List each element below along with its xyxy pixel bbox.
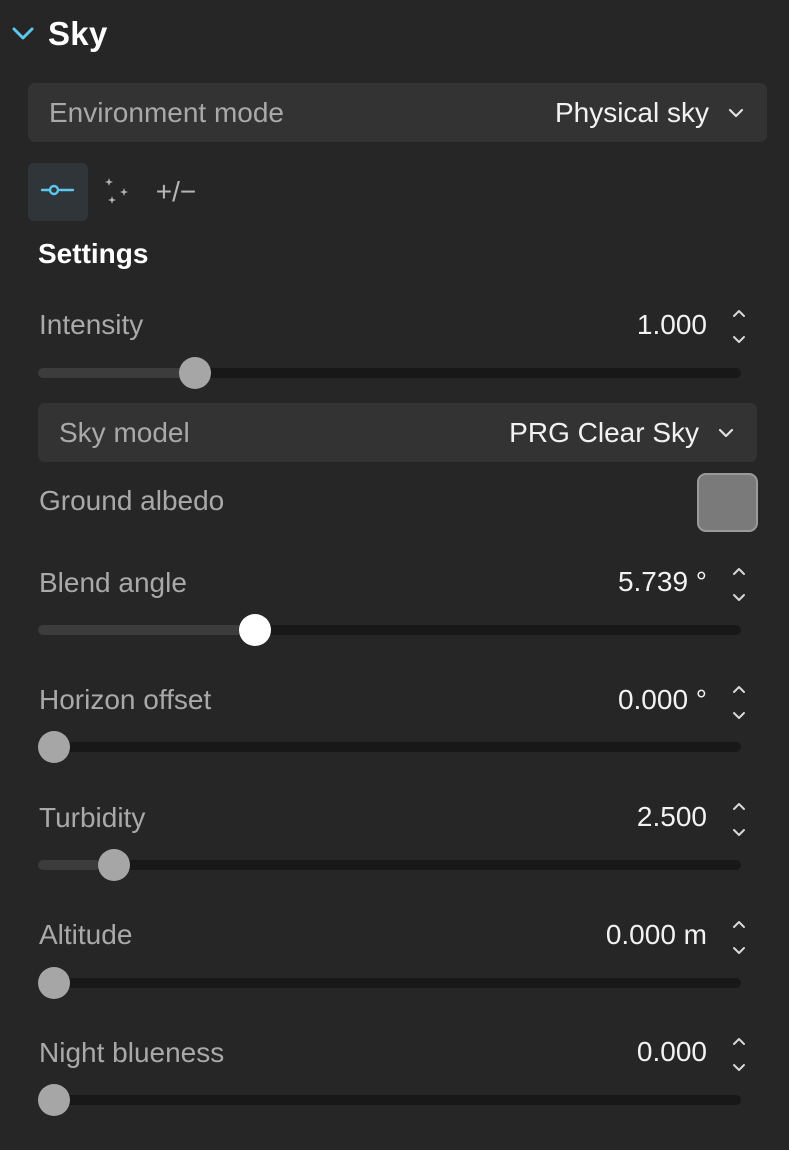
night-blueness-stepper[interactable] (727, 1031, 751, 1077)
ground-albedo-color-swatch[interactable] (697, 473, 758, 532)
altitude-value[interactable]: 0.000 m (606, 919, 707, 951)
chevron-down-icon (725, 102, 747, 124)
altitude-slider[interactable] (38, 967, 741, 999)
blend-angle-slider[interactable] (38, 614, 741, 646)
chevron-up-icon[interactable] (727, 561, 751, 581)
turbidity-label: Turbidity (39, 802, 146, 833)
sky-model-label: Sky model (59, 416, 190, 448)
intensity-label: Intensity (39, 309, 144, 340)
chevron-down-icon[interactable] (727, 1057, 751, 1077)
sparkles-icon (102, 175, 132, 210)
slider-fill (38, 625, 249, 635)
night-blueness-slider[interactable] (38, 1084, 741, 1116)
blend-angle-stepper[interactable] (727, 561, 751, 607)
tab-sparkles[interactable] (87, 163, 147, 221)
chevron-down-icon[interactable] (727, 587, 751, 607)
sky-model-dropdown[interactable]: Sky model PRG Clear Sky (38, 403, 757, 462)
chevron-up-icon[interactable] (727, 914, 751, 934)
sky-model-value: PRG Clear Sky (509, 416, 699, 448)
chevron-up-icon[interactable] (727, 796, 751, 816)
horizon-offset-label: Horizon offset (39, 684, 212, 715)
night-blueness-value[interactable]: 0.000 (637, 1036, 707, 1068)
horizon-offset-value[interactable]: 0.000 ° (618, 684, 707, 716)
section-header-sky[interactable]: Sky (10, 10, 108, 58)
chevron-up-icon[interactable] (727, 1031, 751, 1051)
night-blueness-label: Night blueness (39, 1037, 225, 1068)
slider-fill (38, 368, 186, 378)
slider-thumb[interactable] (38, 1084, 70, 1116)
chevron-down-icon[interactable] (727, 822, 751, 842)
slider-thumb[interactable] (38, 731, 70, 763)
environment-mode-dropdown[interactable]: Environment mode Physical sky (28, 83, 767, 142)
tab-plus-minus[interactable]: +/− (146, 163, 206, 221)
environment-mode-value: Physical sky (554, 96, 709, 128)
intensity-slider[interactable] (38, 357, 741, 389)
environment-mode-label: Environment mode (49, 96, 285, 128)
blend-angle-value[interactable]: 5.739 ° (618, 566, 707, 598)
ground-albedo-label: Ground albedo (39, 485, 225, 516)
slider-thumb[interactable] (38, 967, 70, 999)
chevron-up-icon[interactable] (727, 679, 751, 699)
chevron-up-icon[interactable] (727, 303, 751, 323)
horizon-offset-stepper[interactable] (727, 679, 751, 725)
chevron-down-icon[interactable] (727, 329, 751, 349)
tab-sliders[interactable] (28, 163, 88, 221)
slider-thumb[interactable] (178, 357, 211, 389)
altitude-label: Altitude (39, 919, 133, 950)
slider-thumb[interactable] (239, 614, 272, 646)
turbidity-stepper[interactable] (727, 796, 751, 842)
slider-thumb[interactable] (98, 849, 131, 881)
chevron-down-icon[interactable] (727, 705, 751, 725)
turbidity-slider[interactable] (38, 849, 741, 881)
intensity-stepper[interactable] (727, 303, 751, 349)
chevron-down-icon (715, 422, 737, 444)
sliders-icon (40, 182, 76, 203)
section-title: Sky (48, 15, 108, 52)
intensity-value[interactable]: 1.000 (637, 309, 707, 341)
sky-panel: Sky Environment mode Physical sky +/− Se… (0, 0, 789, 1150)
chevron-down-icon[interactable] (727, 940, 751, 960)
chevron-down-icon[interactable] (10, 21, 36, 47)
settings-heading: Settings (38, 238, 149, 269)
altitude-stepper[interactable] (727, 914, 751, 960)
turbidity-value[interactable]: 2.500 (637, 801, 707, 833)
slider-fill (38, 860, 102, 870)
blend-angle-label: Blend angle (39, 567, 187, 598)
horizon-offset-slider[interactable] (38, 731, 741, 763)
